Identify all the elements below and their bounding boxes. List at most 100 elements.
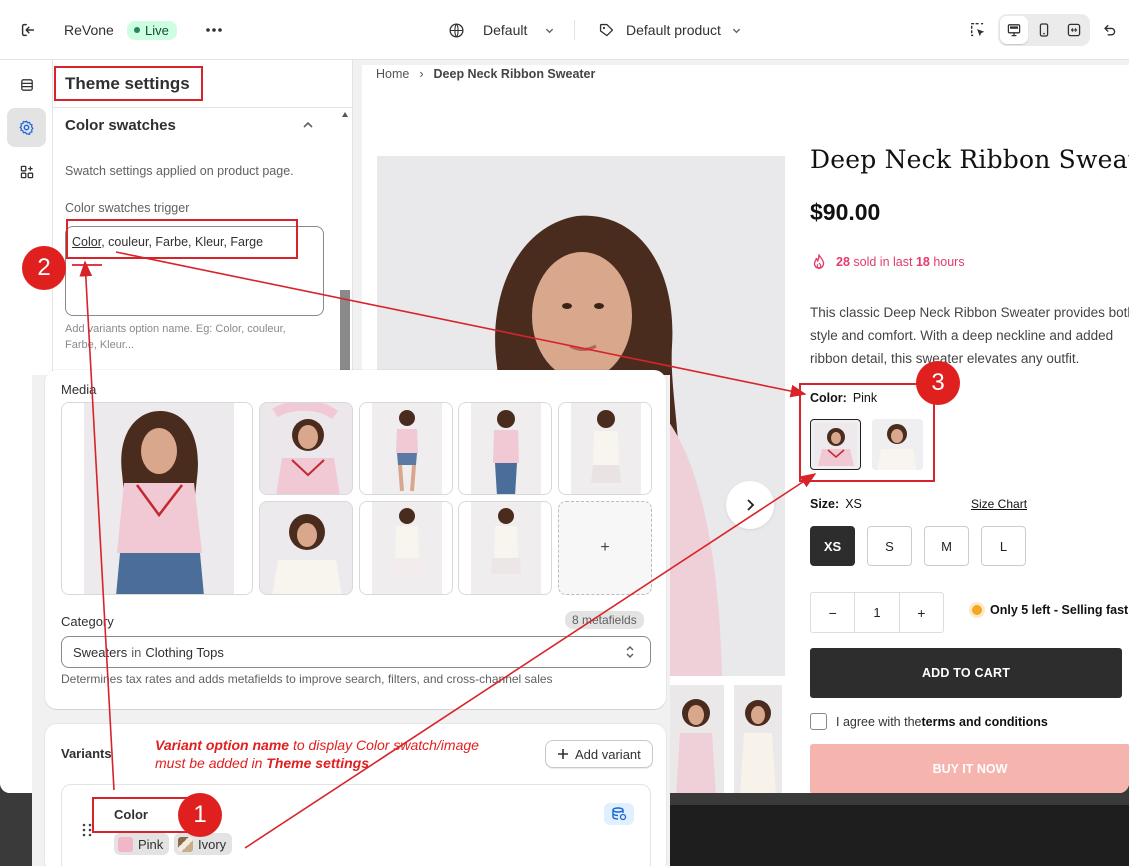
trigger-value-first: Color <box>72 235 102 249</box>
media-tile[interactable] <box>259 501 353 595</box>
apps-button[interactable] <box>7 152 46 191</box>
size-chart-link[interactable]: Size Chart <box>971 497 1027 511</box>
option-value-chip[interactable]: Pink <box>114 833 170 855</box>
live-badge: Live <box>127 20 177 40</box>
scroll-up-icon[interactable] <box>342 112 348 117</box>
terms-checkbox[interactable] <box>810 713 827 730</box>
template-select[interactable]: Default product <box>598 0 741 60</box>
media-tile[interactable] <box>458 402 552 495</box>
mobile-view-button[interactable] <box>1030 16 1058 44</box>
color-option-label: Color: Pink <box>810 391 877 405</box>
editor-topbar: ReVone Live Default Default product <box>0 0 1129 60</box>
more-horizontal-icon <box>200 16 228 44</box>
variant-option-row[interactable]: Color Pink Ivory <box>61 784 651 866</box>
decrease-quantity-button[interactable]: − <box>811 593 854 632</box>
annotation-marker-1: 1 <box>178 793 222 837</box>
undo-button[interactable] <box>1095 0 1123 60</box>
buy-it-now-button[interactable]: BUY IT NOW <box>810 744 1129 793</box>
select-cursor-icon <box>964 16 992 44</box>
section-help-text: Swatch settings applied on product page. <box>65 164 294 178</box>
panel-divider <box>53 107 353 108</box>
stock-indicator: Only 5 left - Selling fast <box>972 603 1128 617</box>
sections-button[interactable] <box>7 65 46 104</box>
add-to-cart-button[interactable]: ADD TO CART <box>810 648 1122 698</box>
gear-icon <box>19 120 34 135</box>
media-tile[interactable] <box>359 501 453 595</box>
plus-icon <box>558 749 568 759</box>
category-in: in <box>131 644 142 660</box>
more-actions-button[interactable] <box>200 0 228 60</box>
pink-swatch-icon <box>118 836 133 852</box>
media-tile-primary[interactable] <box>61 402 253 595</box>
media-tile[interactable] <box>259 402 353 495</box>
size-option-label: Size: XS <box>810 497 862 511</box>
annotation-marker-2: 2 <box>22 246 66 290</box>
product-thumbnail[interactable] <box>666 685 724 793</box>
trigger-field-label: Color swatches trigger <box>65 201 190 215</box>
size-value: XS <box>845 497 862 511</box>
option-name: Color <box>114 807 148 822</box>
next-image-button[interactable] <box>726 481 774 529</box>
sold-counter: 28 sold in last 18 hours <box>810 253 965 271</box>
annotation-marker-3: 3 <box>916 361 960 405</box>
breadcrumb-current: Deep Neck Ribbon Sweater <box>433 67 596 81</box>
quantity-stepper: − 1 + <box>810 592 944 633</box>
note-bold-2: Theme settings <box>266 755 369 771</box>
sold-text: sold in last <box>853 255 913 269</box>
media-tile[interactable] <box>359 402 453 495</box>
color-swatches-trigger-input[interactable]: Color, couleur, Farbe, Kleur, Farge <box>65 226 324 316</box>
size-button-xs[interactable]: XS <box>810 526 855 566</box>
media-tile[interactable] <box>458 501 552 595</box>
product-thumbnail[interactable] <box>734 685 782 793</box>
panel-title: Theme settings <box>65 74 190 93</box>
variants-label: Variants <box>61 746 112 761</box>
desktop-icon <box>1007 24 1021 37</box>
size-button-l[interactable]: L <box>981 526 1026 566</box>
sold-hours: 18 <box>915 255 930 269</box>
live-dot-icon <box>134 27 140 33</box>
size-label: Size: <box>810 497 840 511</box>
live-status: Live <box>127 0 177 60</box>
breadcrumb-home[interactable]: Home <box>376 67 409 81</box>
exit-icon <box>14 16 42 44</box>
color-swatch-ivory[interactable] <box>872 419 923 470</box>
topbar-divider <box>574 20 575 40</box>
category-select[interactable]: Sweaters in Clothing Tops <box>61 636 651 668</box>
live-label: Live <box>145 22 169 38</box>
theme-select-label: Default <box>483 22 528 38</box>
stock-dot-icon <box>972 605 982 615</box>
size-button-s[interactable]: S <box>867 526 912 566</box>
exit-button[interactable] <box>14 0 42 60</box>
chevron-up-icon[interactable] <box>301 118 315 132</box>
media-tile[interactable] <box>558 402 652 495</box>
media-card: Media + Category 8 metafields Sweatersi <box>45 370 666 709</box>
globe-icon <box>449 22 464 38</box>
size-button-m[interactable]: M <box>924 526 969 566</box>
device-switcher <box>998 0 1090 60</box>
quantity-input[interactable]: 1 <box>854 593 900 632</box>
store-name: ReVone <box>64 22 114 38</box>
trigger-value-rest: , couleur, Farbe, Kleur, Farge <box>101 235 264 249</box>
theme-settings-button[interactable] <box>7 108 46 147</box>
increase-quantity-button[interactable]: + <box>900 593 943 632</box>
add-variant-button[interactable]: Add variant <box>545 740 653 768</box>
desktop-view-button[interactable] <box>1000 16 1028 44</box>
fullscreen-view-button[interactable] <box>1060 16 1088 44</box>
color-swatches-section-toggle[interactable]: Color swatches <box>65 117 176 134</box>
chevron-down-icon <box>732 28 741 33</box>
chevron-right-icon <box>747 499 755 511</box>
note-line-2: must be added in <box>155 755 267 771</box>
metafields-badge: 8 metafields <box>565 611 644 629</box>
metaobject-icon[interactable] <box>604 803 634 825</box>
product-title: Deep Neck Ribbon Sweater <box>810 145 1129 174</box>
theme-select[interactable]: Default <box>448 0 554 60</box>
breadcrumb: Home › Deep Neck Ribbon Sweater <box>376 67 595 81</box>
category-help-text: Determines tax rates and adds metafields… <box>61 672 553 686</box>
color-swatch-pink[interactable] <box>810 419 861 470</box>
terms-agreement: I agree with theterms and conditions <box>810 713 1048 730</box>
inspector-button[interactable] <box>964 0 992 60</box>
terms-link[interactable]: terms and conditions <box>921 715 1047 729</box>
expand-icon <box>1067 23 1081 37</box>
drag-handle-icon[interactable] <box>82 823 92 837</box>
add-media-button[interactable]: + <box>558 501 652 595</box>
